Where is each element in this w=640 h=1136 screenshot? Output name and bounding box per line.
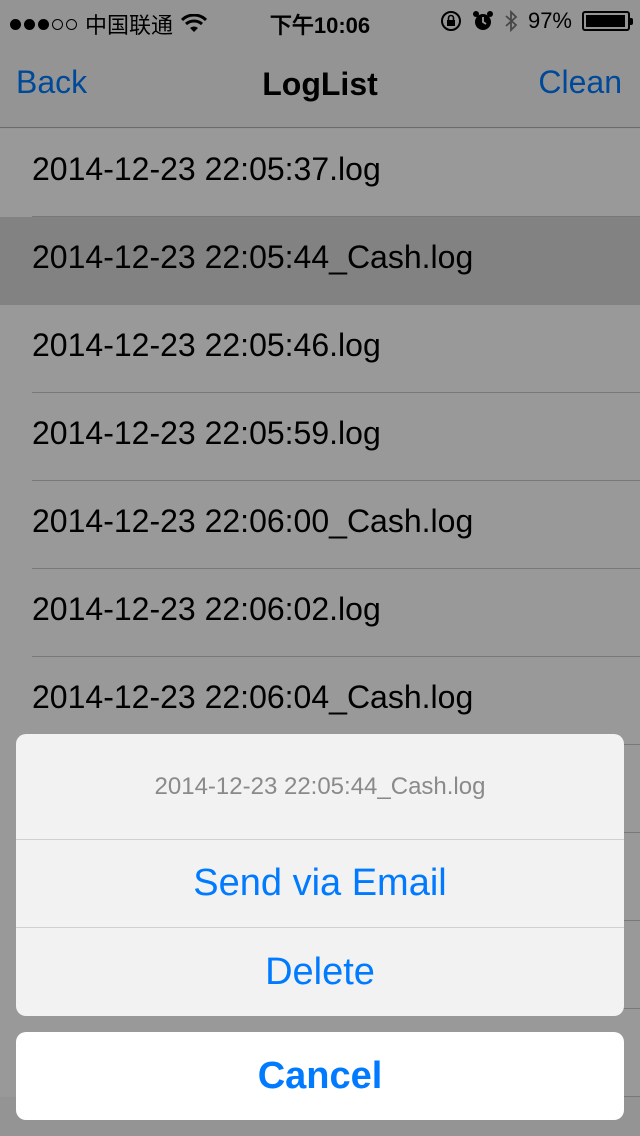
send-via-email-button[interactable]: Send via Email (16, 840, 624, 928)
delete-button[interactable]: Delete (16, 928, 624, 1016)
cancel-button[interactable]: Cancel (16, 1032, 624, 1120)
action-sheet: 2014-12-23 22:05:44_Cash.log Send via Em… (16, 734, 624, 1016)
action-sheet-title: 2014-12-23 22:05:44_Cash.log (16, 734, 624, 840)
